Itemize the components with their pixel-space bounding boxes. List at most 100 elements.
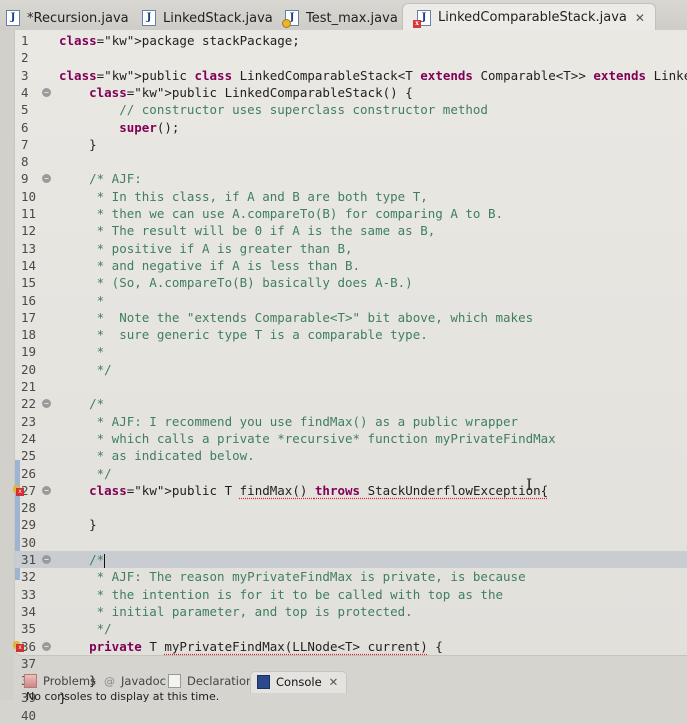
code-line[interactable]: 40	[15, 707, 687, 724]
code-line[interactable]: 20 */	[15, 361, 687, 378]
line-number: 14	[21, 257, 37, 273]
text-cursor-icon: I	[526, 475, 533, 494]
code-text: * Note the "extends Comparable<T>" bit a…	[59, 309, 534, 325]
tab-linkedcomparablestack-java[interactable]: Jx LinkedComparableStack.java ✕	[402, 3, 656, 31]
code-line[interactable]: 7 }	[15, 136, 687, 153]
line-number: 16	[21, 292, 37, 308]
code-line[interactable]: 36− x private T myPrivateFindMax(LLNode<T…	[13, 638, 687, 655]
code-line[interactable]: 35 */	[15, 620, 687, 637]
tab-label: Declaration	[187, 674, 254, 688]
line-number: 3	[21, 67, 29, 83]
code-line[interactable]: 16 *	[15, 292, 687, 309]
code-text: * and negative if A is less than B.	[59, 257, 361, 273]
code-line[interactable]: 17 * Note the "extends Comparable<T>" bi…	[15, 309, 687, 326]
code-line[interactable]: 1 class="kw">package stackPackage;	[15, 32, 687, 49]
line-number: 26	[21, 465, 37, 481]
fold-toggle-icon[interactable]: −	[42, 641, 51, 651]
console-message: No consoles to display at this time.	[26, 690, 220, 703]
code-line[interactable]: 19 *	[15, 343, 687, 360]
code-text: * which calls a private *recursive* func…	[59, 430, 556, 446]
problems-icon	[24, 674, 37, 688]
line-number: 24	[21, 430, 37, 446]
tab-label: LinkedComparableStack.java	[438, 10, 627, 25]
code-line[interactable]: 14 * and negative if A is less than B.	[15, 257, 687, 274]
code-line[interactable]: 3 class="kw">public class LinkedComparabl…	[15, 67, 687, 84]
line-number: 6	[21, 119, 29, 135]
tab-label: Javadoc	[121, 674, 166, 688]
tab-declaration[interactable]: Declaration	[168, 674, 253, 688]
code-line[interactable]: 24 * which calls a private *recursive* f…	[15, 430, 687, 447]
error-marker-icon[interactable]: x	[13, 640, 24, 652]
line-number: 7	[21, 136, 29, 152]
at-sign-icon: @	[104, 675, 115, 688]
console-icon	[257, 675, 270, 689]
line-number: 21	[21, 379, 37, 394]
code-line[interactable]: 4− class="kw">public LinkedComparableSta…	[15, 84, 687, 101]
code-text: }	[59, 136, 97, 152]
line-number: 25	[21, 448, 37, 464]
code-line[interactable]: 28	[15, 499, 687, 516]
code-text: // constructor uses superclass construct…	[59, 102, 488, 118]
code-text: private T myPrivateFindMax(LLNode<T> cur…	[89, 638, 443, 654]
tab-javadoc[interactable]: @ Javadoc	[104, 674, 166, 688]
fold-toggle-icon[interactable]: −	[42, 555, 51, 564]
line-number: 13	[21, 240, 37, 256]
code-line[interactable]: 23 * AJF: I recommend you use findMax() …	[15, 413, 687, 430]
code-line[interactable]: 27− x class="kw">public T findMax() throw…	[13, 482, 687, 499]
code-editor[interactable]: 1 class="kw">package stackPackage; 2 3 class…	[13, 30, 687, 723]
code-text: /*	[59, 396, 105, 412]
fold-toggle-icon[interactable]: −	[42, 485, 51, 495]
code-text: class="kw">public T findMax() throws Sta…	[89, 482, 549, 498]
line-number: 40	[21, 707, 37, 723]
code-line[interactable]: 13 * positive if A is greater than B,	[15, 240, 687, 257]
code-line[interactable]: 22− /*	[15, 395, 687, 412]
code-line[interactable]: 32 * AJF: The reason myPrivateFindMax is…	[15, 568, 687, 585]
code-text: * then we can use A.compareTo(B) for com…	[59, 206, 504, 221]
code-text: * positive if A is greater than B,	[59, 240, 353, 256]
code-line[interactable]: 33 * the intention is for it to be calle…	[15, 586, 687, 603]
line-number: 5	[21, 102, 29, 118]
code-text: */	[59, 361, 112, 377]
left-margin	[0, 30, 14, 700]
close-icon[interactable]: ✕	[329, 675, 339, 689]
code-line[interactable]: 6 super();	[15, 119, 687, 136]
code-line[interactable]: 11 * then we can use A.compareTo(B) for …	[15, 205, 687, 222]
tab-console[interactable]: Console ✕	[250, 671, 348, 693]
code-text: *	[59, 292, 105, 308]
tab-test-max-java[interactable]: J Test_max.java	[282, 6, 398, 30]
code-line[interactable]: 21	[15, 378, 687, 395]
code-text: * (So, A.compareTo(B) basically does A-B…	[59, 275, 413, 291]
code-line[interactable]: 15 * (So, A.compareTo(B) basically does …	[15, 274, 687, 291]
code-line[interactable]: 26 */	[15, 465, 687, 482]
code-line[interactable]: 31− /*	[15, 551, 687, 568]
code-line[interactable]: 10 * In this class, if A and B are both …	[15, 188, 687, 205]
code-line[interactable]: 9− /* AJF:	[15, 170, 687, 187]
code-text: /*	[59, 552, 106, 568]
tab-linkedstack-java[interactable]: J LinkedStack.java	[142, 6, 273, 30]
tab-problems[interactable]: Problems	[24, 674, 96, 688]
line-number: 19	[21, 344, 37, 360]
code-line[interactable]: 2	[15, 49, 687, 66]
tab-recursion-java[interactable]: J *Recursion.java	[6, 6, 129, 30]
code-line[interactable]: 34 * initial parameter, and top is prote…	[15, 603, 687, 620]
line-number: 33	[21, 586, 37, 602]
code-line[interactable]: 29 }	[15, 516, 687, 533]
code-line[interactable]: 5 // constructor uses superclass constru…	[15, 101, 687, 118]
java-file-warning-icon: J	[282, 10, 299, 28]
code-line[interactable]: 25 * as indicated below.	[15, 447, 687, 464]
code-line[interactable]: 30	[15, 534, 687, 551]
tab-label: Test_max.java	[306, 10, 398, 26]
code-line[interactable]: 12 * The result will be 0 if A is the sa…	[15, 222, 687, 239]
line-number: 30	[21, 534, 37, 550]
fold-toggle-icon[interactable]: −	[42, 87, 51, 97]
java-file-icon: J	[142, 10, 156, 26]
editor-tab-bar: J *Recursion.java J LinkedStack.java J T…	[0, 0, 687, 31]
code-text: /* AJF:	[59, 171, 142, 187]
code-line[interactable]: 18 * sure generic type T is a comparable…	[15, 326, 687, 343]
line-number: 17	[21, 309, 37, 325]
code-line[interactable]: 8	[15, 153, 687, 170]
tab-label: Console	[276, 675, 322, 689]
error-marker-icon[interactable]: x	[13, 484, 24, 496]
close-icon[interactable]: ✕	[635, 11, 645, 25]
line-number: 1	[21, 33, 29, 48]
